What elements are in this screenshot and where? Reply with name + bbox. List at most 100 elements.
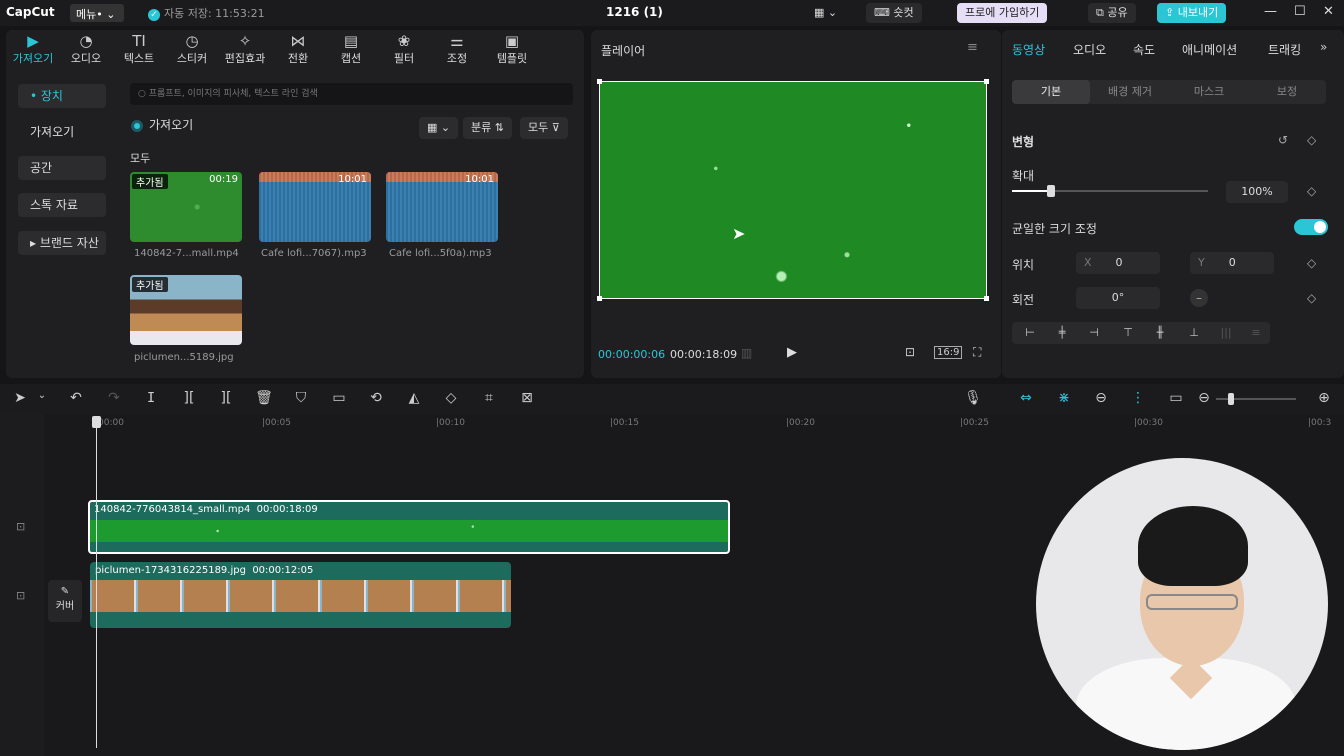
undo-icon[interactable]: ↶ (66, 390, 86, 406)
tab-audio[interactable]: 오디오 (1073, 41, 1106, 58)
tool-audio[interactable]: ◔ 오디오 (59, 30, 113, 70)
scale-input[interactable]: 100% (1226, 181, 1288, 203)
zoom-slider[interactable] (1216, 393, 1296, 405)
tool-effects[interactable]: ✧ 편집효과 (218, 30, 272, 70)
tab-tracking[interactable]: 트래킹 (1268, 41, 1301, 58)
subtab-bg-removal[interactable]: 배경 제거 (1091, 80, 1169, 104)
playhead-handle[interactable] (92, 416, 101, 428)
position-x-input[interactable]: X0 (1076, 252, 1160, 274)
keyframe-icon[interactable]: ◇ (1307, 291, 1316, 305)
play-icon[interactable]: ▶ (787, 345, 797, 360)
video-preview[interactable]: ➤ (597, 79, 989, 301)
delete-icon[interactable]: 🗑 (254, 390, 274, 406)
snap-icon[interactable]: ⋇ (1054, 390, 1074, 406)
sidebar-item-brand[interactable]: ▸ 브랜드 자산 (18, 231, 106, 255)
layout-button[interactable]: ▦ ⌄ (806, 3, 845, 23)
fit-icon[interactable]: ⊡ (905, 345, 915, 359)
microphone-icon[interactable]: 🎙 (963, 390, 983, 406)
sidebar-item-space[interactable]: 공간 (18, 156, 106, 180)
view-toggle-button[interactable]: ▦ ⌄ (419, 117, 459, 139)
sort-button[interactable]: 분류 ⇅ (463, 117, 512, 139)
tab-speed[interactable]: 속도 (1133, 41, 1155, 58)
media-thumb-image[interactable]: 추가됨 (130, 275, 242, 345)
subtab-mask[interactable]: 마스크 (1170, 80, 1248, 104)
link-main-icon[interactable]: ⇔ (1016, 390, 1036, 406)
subtab-correction[interactable]: 보정 (1248, 80, 1326, 104)
tab-animation[interactable]: 애니메이션 (1182, 41, 1237, 58)
sidebar-item-stock[interactable]: 스톡 자료 (18, 193, 106, 217)
tool-template[interactable]: ▣ 템플릿 (485, 30, 539, 70)
rotation-dial-icon[interactable]: – (1190, 289, 1208, 307)
tool-import[interactable]: ▶ 가져오기 (6, 30, 60, 70)
close-icon[interactable]: ✕ (1323, 4, 1334, 19)
minimize-icon[interactable]: — (1264, 4, 1277, 19)
align-left-icon[interactable]: ⊢ (1014, 322, 1046, 344)
sidebar-item-device[interactable]: • 장치 (18, 84, 106, 108)
media-thumb-audio[interactable]: 10:01 (386, 172, 498, 242)
tab-video[interactable]: 동영상 (1012, 41, 1045, 58)
track-main-icon[interactable]: ⊡ (16, 589, 25, 602)
zoom-out-icon[interactable]: ⊖ (1194, 390, 1214, 406)
tool-transition[interactable]: ⋈ 전환 (271, 30, 325, 70)
resize-handle[interactable] (597, 296, 602, 301)
import-button[interactable]: 가져오기 (131, 116, 193, 133)
mirror-icon[interactable]: ◭ (404, 390, 424, 406)
scale-slider[interactable] (1012, 185, 1208, 197)
keyframe-icon[interactable]: ◇ (1307, 256, 1316, 270)
align-right-icon[interactable]: ⊣ (1078, 322, 1110, 344)
align-center-v-icon[interactable]: ╫ (1144, 322, 1176, 344)
aspect-ratio-button[interactable]: 16:9 (934, 346, 963, 359)
uniform-scale-toggle[interactable] (1294, 219, 1328, 235)
split-left-icon[interactable]: ][ (179, 390, 199, 406)
resize-handle[interactable] (597, 79, 602, 84)
link-icon[interactable]: ⊖ (1091, 390, 1111, 406)
shortcut-button[interactable]: ⌨ 숏컷 (866, 3, 922, 23)
pro-button[interactable]: 프로에 가입하기 (957, 3, 1048, 23)
keyframe-icon[interactable]: ◇ (1307, 133, 1316, 147)
tool-text[interactable]: TI 텍스트 (112, 30, 166, 70)
ai-pro-icon[interactable]: ⊠ (517, 390, 537, 406)
menu-icon[interactable]: ≡ (967, 40, 978, 55)
export-button[interactable]: ⇪ 내보내기 (1157, 3, 1227, 23)
split-icon[interactable]: ⵊ (141, 390, 161, 406)
share-button[interactable]: ⧉ 공유 (1088, 3, 1136, 23)
more-tabs-icon[interactable]: » (1320, 40, 1327, 54)
tool-filter[interactable]: ❀ 필터 (377, 30, 431, 70)
rotation-input[interactable]: 0° (1076, 287, 1160, 309)
maximize-icon[interactable]: ☐ (1294, 4, 1306, 19)
waveform-icon[interactable]: ▥ (741, 346, 752, 360)
image-clip[interactable]: piclumen-1734316225189.jpg 00:00:12:05 (90, 562, 511, 628)
media-thumb-video[interactable]: 추가됨 00:19 (130, 172, 242, 242)
zoom-in-icon[interactable]: ⊕ (1314, 390, 1334, 406)
tool-sticker[interactable]: ◷ 스티커 (165, 30, 219, 70)
select-tool-icon[interactable]: ➤ (10, 390, 30, 406)
cover-button[interactable]: ✎ 커버 (48, 580, 82, 622)
mark-icon[interactable]: ⛉ (291, 390, 311, 406)
reverse-icon[interactable]: ⟲ (366, 390, 386, 406)
fullscreen-icon[interactable]: ⛶ (973, 345, 981, 360)
chevron-down-icon[interactable]: ⌄ (32, 390, 52, 401)
preview-axis-icon[interactable]: ⋮ (1128, 390, 1148, 406)
split-right-icon[interactable]: ][ (216, 390, 236, 406)
filter-button[interactable]: 모두 ⊽ (520, 117, 568, 139)
resize-handle[interactable] (984, 296, 989, 301)
zoom-knob[interactable] (1228, 393, 1234, 405)
crop-icon[interactable]: ⌗ (479, 390, 499, 406)
tool-caption[interactable]: ▤ 캡션 (324, 30, 378, 70)
media-search-input[interactable]: ○ 프롬프트, 이미지의 피사체, 텍스트 라인 검색 (130, 83, 573, 105)
slider-knob[interactable] (1047, 185, 1056, 197)
keyframe-icon[interactable]: ◇ (1307, 184, 1316, 198)
menu-button[interactable]: 메뉴• ⌄ (70, 4, 124, 22)
caption-toggle-icon[interactable]: ▭ (1166, 390, 1186, 406)
playhead[interactable] (96, 418, 97, 748)
subtab-basic[interactable]: 기본 (1012, 80, 1090, 104)
position-y-input[interactable]: Y0 (1190, 252, 1274, 274)
tool-adjust[interactable]: ⚌ 조정 (430, 30, 484, 70)
rotate-icon[interactable]: ◇ (441, 390, 461, 406)
reset-icon[interactable]: ↺ (1278, 133, 1288, 147)
freeze-icon[interactable]: ▭ (329, 390, 349, 406)
align-top-icon[interactable]: ⊤ (1112, 322, 1144, 344)
align-bottom-icon[interactable]: ⊥ (1178, 322, 1210, 344)
resize-handle[interactable] (984, 79, 989, 84)
video-clip[interactable]: 140842-776043814_small.mp4 00:00:18:09 (88, 500, 730, 554)
